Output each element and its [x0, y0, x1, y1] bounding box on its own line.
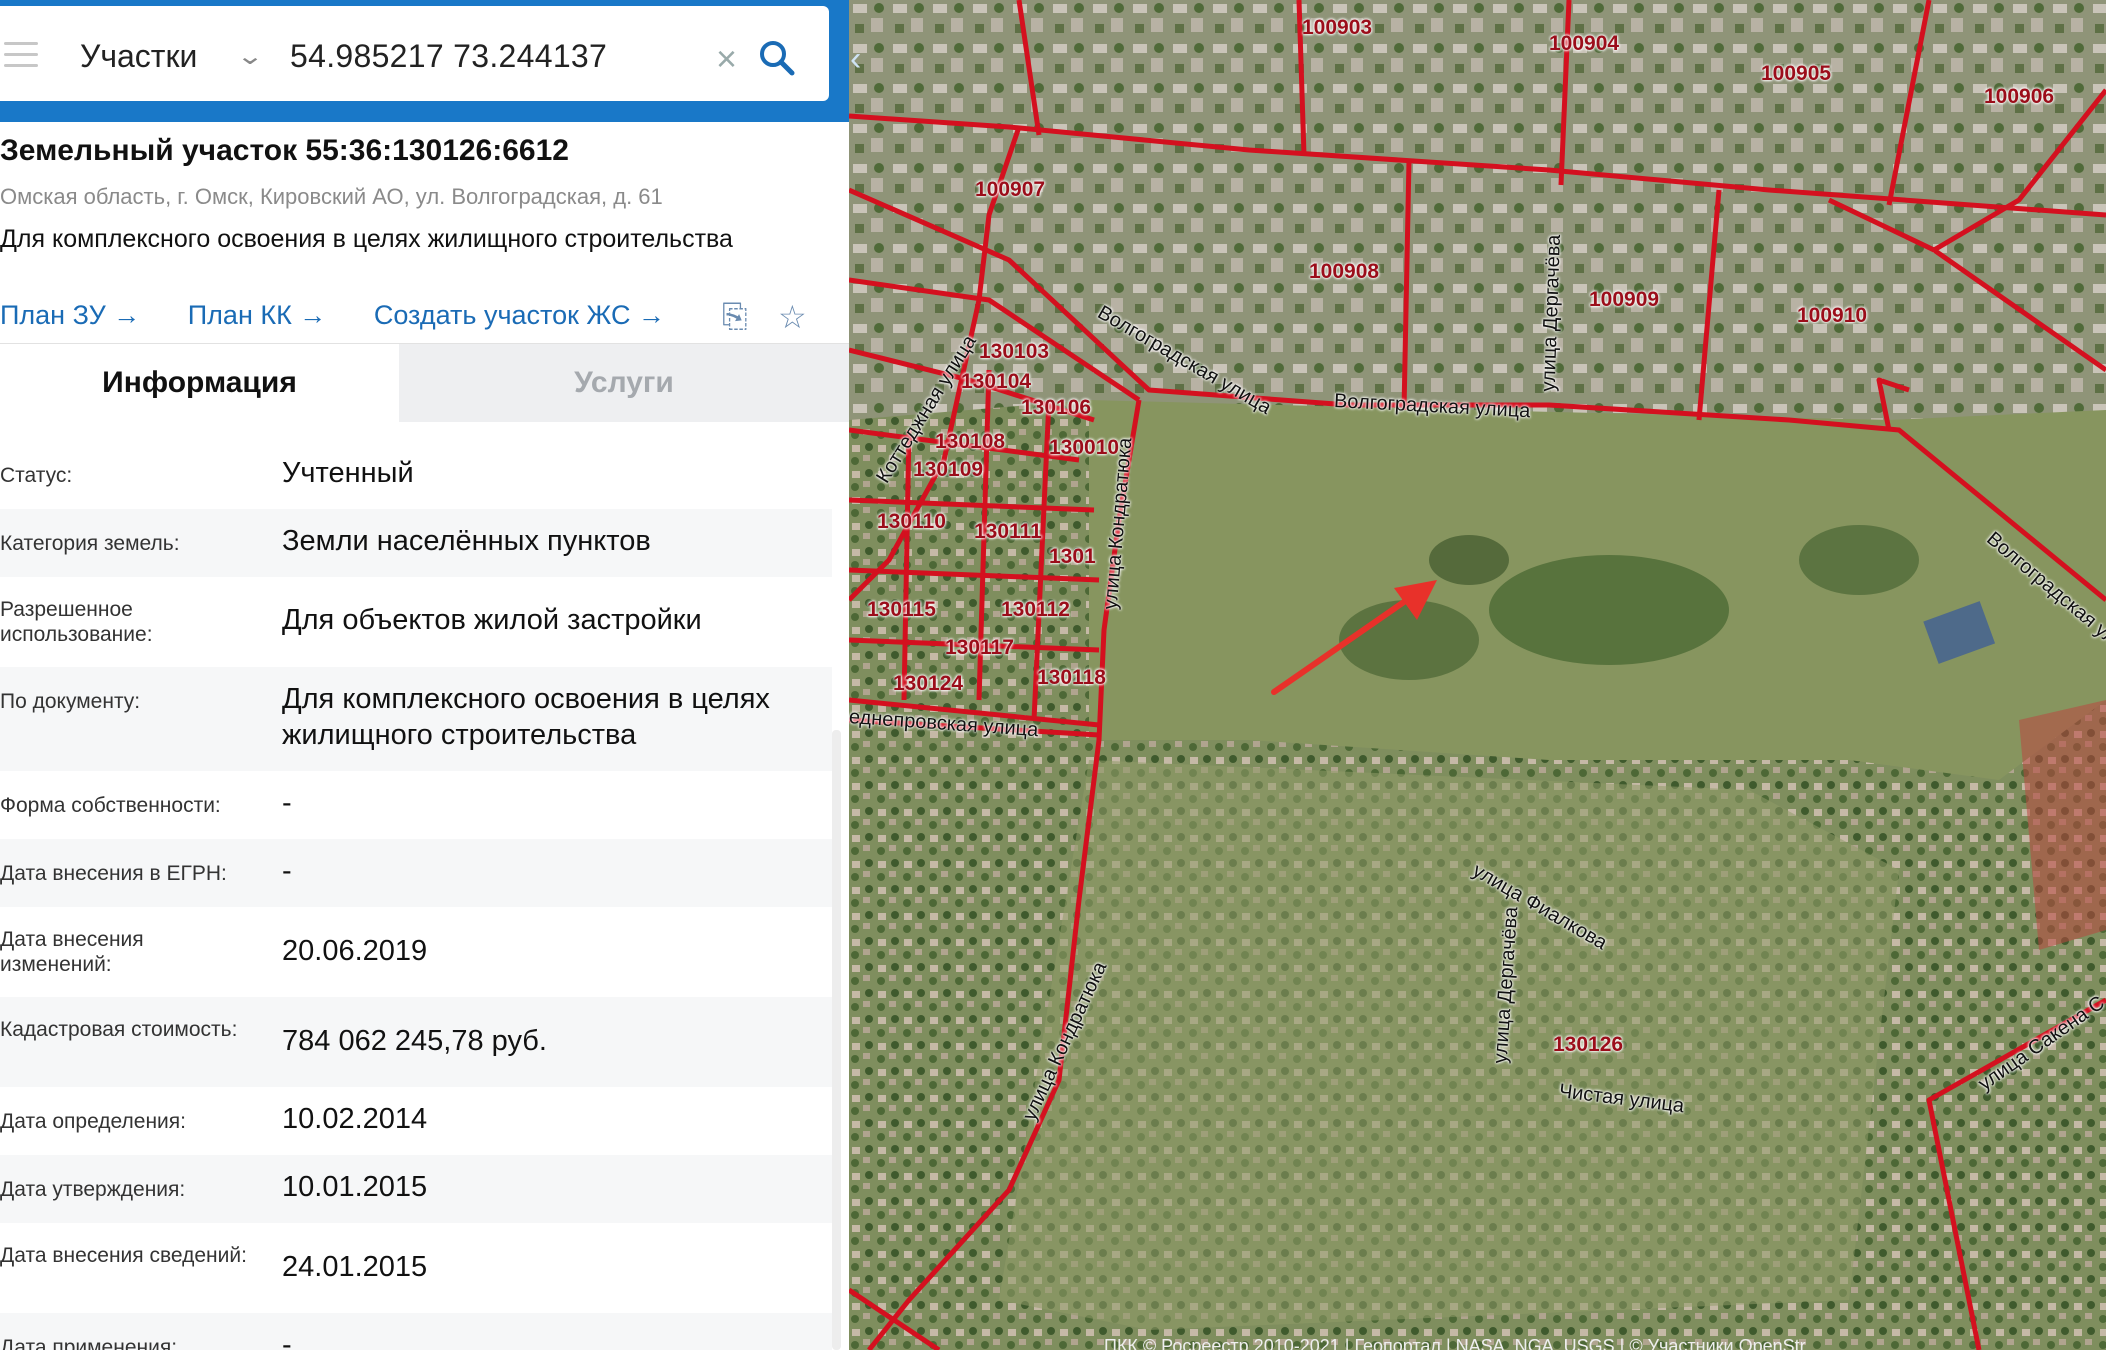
action-links: План ЗУ → План КК → Создать участок ЖС →	[0, 300, 705, 331]
row-label: Дата внесения сведений:	[0, 1244, 247, 1267]
block-label: 130108	[935, 430, 1006, 453]
search-bar: Участки ⌄ 54.985217 73.244137 ×	[0, 0, 849, 122]
table-row: Дата утверждения: 10.01.2015	[0, 1155, 832, 1223]
block-label: 130010	[1049, 436, 1120, 459]
row-value: -	[282, 855, 292, 887]
parcel-title: Земельный участок 55:36:130126:6612	[0, 134, 569, 167]
row-value: Земли населённых пунктов	[282, 525, 651, 557]
block-label: 100910	[1797, 304, 1868, 327]
table-row: Дата определения: 10.02.2014	[0, 1087, 832, 1155]
table-row: Форма собственности: -	[0, 771, 832, 839]
block-label: 130103	[979, 340, 1050, 363]
plan-kk-link[interactable]: План КК →	[188, 300, 327, 330]
row-value: 10.02.2014	[282, 1103, 428, 1135]
block-label: 130111	[974, 520, 1042, 543]
table-row: Разрешенное использование: Для объектов …	[0, 577, 832, 667]
row-label: Разрешенное использование:	[0, 598, 153, 646]
table-row: Дата внесения сведений: 24.01.2015	[0, 1223, 832, 1313]
plan-zu-link[interactable]: План ЗУ →	[0, 300, 140, 330]
row-value: Для комплексного освоения в целях жилищн…	[282, 683, 770, 751]
row-label: Дата внесения в ЕГРН:	[0, 862, 227, 885]
block-label: 100906	[1984, 85, 2055, 108]
row-value: 784 062 245,78 руб.	[282, 1025, 547, 1057]
parcel-purpose: Для комплексного освоения в целях жилищн…	[0, 225, 733, 253]
row-value: Учтенный	[282, 457, 414, 489]
table-row: Кадастровая стоимость: 784 062 245,78 ру…	[0, 997, 832, 1087]
info-panel: Участки ⌄ 54.985217 73.244137 × Земельны…	[0, 0, 849, 1350]
row-label: Форма собственности:	[0, 794, 221, 817]
row-label: Дата применения:	[0, 1336, 178, 1350]
row-label: Дата утверждения:	[0, 1178, 186, 1201]
block-label: 1301	[1049, 545, 1096, 568]
collapse-panel-icon[interactable]: ‹	[850, 40, 861, 79]
block-label: 130110	[877, 510, 946, 533]
row-value: 24.01.2015	[282, 1251, 428, 1283]
row-label: Статус:	[0, 464, 73, 487]
table-row: Дата внесения изменений: 20.06.2019	[0, 907, 832, 997]
row-value: -	[282, 1329, 292, 1350]
block-label: 100907	[975, 178, 1046, 201]
block-label: 130106	[1021, 396, 1092, 419]
attribute-table: Статус: Учтенный Категория земель: Земли…	[0, 441, 832, 1350]
block-label: 130112	[1001, 598, 1070, 621]
star-icon[interactable]: ☆	[778, 298, 807, 336]
layer-select[interactable]: Участки	[80, 38, 197, 75]
zoom-to-parcel-icon[interactable]: ⎘	[722, 298, 748, 336]
row-label: Дата внесения изменений:	[0, 928, 144, 976]
scrollbar[interactable]	[832, 730, 841, 1350]
block-label: 130109	[913, 458, 984, 481]
tab-services[interactable]: Услуги	[399, 344, 849, 422]
row-label: Дата определения:	[0, 1110, 186, 1133]
create-parcel-link[interactable]: Создать участок ЖС →	[374, 300, 665, 330]
block-label: 100904	[1549, 32, 1620, 55]
search-input[interactable]: 54.985217 73.244137	[290, 38, 607, 75]
close-icon[interactable]: ×	[716, 38, 737, 80]
row-label: По документу:	[0, 690, 141, 713]
tabs: Информация Услуги	[0, 343, 849, 422]
map-view[interactable]: 100903 100904 100905 100906 100907 10090…	[849, 0, 2106, 1350]
block-label: 100908	[1309, 260, 1380, 283]
row-label: Категория земель:	[0, 532, 180, 555]
row-value: 20.06.2019	[282, 935, 428, 967]
table-row: Дата внесения в ЕГРН: -	[0, 839, 832, 907]
menu-icon[interactable]	[4, 42, 38, 68]
map-attribution: ПКК © Росреестр 2010-2021 | Геопортал | …	[1104, 1336, 1806, 1350]
parcel-address: Омская область, г. Омск, Кировский АО, у…	[0, 184, 663, 209]
search-icon[interactable]	[757, 38, 797, 78]
block-label: 130117	[945, 636, 1014, 659]
row-value: Для объектов жилой застройки	[282, 604, 702, 636]
block-label: 100903	[1302, 16, 1373, 39]
search-box: Участки ⌄ 54.985217 73.244137 ×	[0, 6, 829, 101]
tab-info[interactable]: Информация	[0, 344, 399, 422]
block-label: 130124	[893, 672, 964, 695]
block-label: 100905	[1761, 62, 1832, 85]
row-label: Кадастровая стоимость:	[0, 1018, 238, 1041]
table-row: Дата применения: -	[0, 1313, 832, 1350]
block-label: 130115	[867, 598, 936, 621]
row-value: -	[282, 787, 292, 819]
block-label: 130104	[961, 370, 1032, 393]
table-row: Категория земель: Земли населённых пункт…	[0, 509, 832, 577]
chevron-down-icon[interactable]: ⌄	[236, 42, 264, 71]
table-row: По документу: Для комплексного освоения …	[0, 667, 832, 771]
row-value: 10.01.2015	[282, 1171, 428, 1203]
block-label: 130126	[1553, 1033, 1624, 1056]
block-label: 130118	[1037, 666, 1106, 689]
table-row: Статус: Учтенный	[0, 441, 832, 509]
block-label: 100909	[1589, 288, 1660, 311]
